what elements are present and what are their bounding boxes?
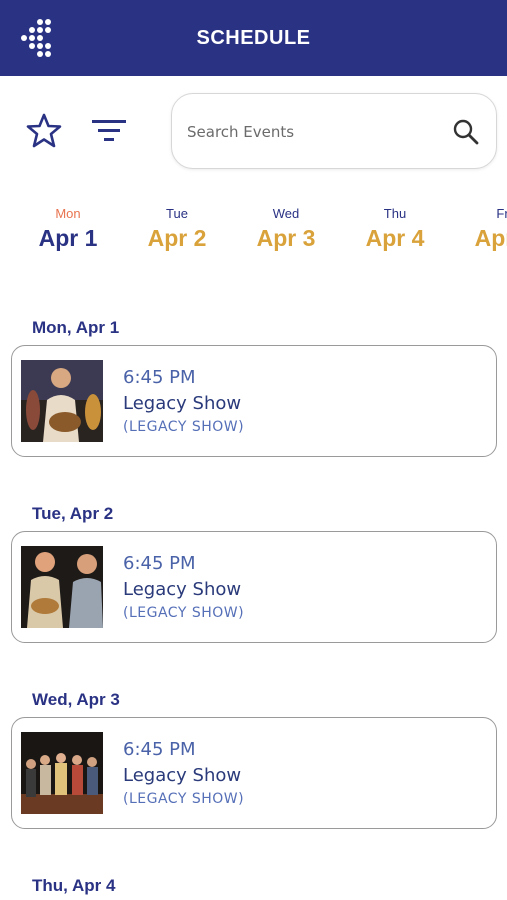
event-photo xyxy=(21,732,103,814)
event-time: 6:45 PM xyxy=(123,739,196,760)
search-input[interactable] xyxy=(187,118,437,146)
event-time: 6:45 PM xyxy=(123,367,196,388)
event-card[interactable]: 6:45 PM Legacy Show (LEGACY SHOW) xyxy=(11,345,497,457)
section-heading: Thu, Apr 4 xyxy=(32,876,116,895)
filter-lines-icon[interactable] xyxy=(90,114,128,148)
event-photo xyxy=(21,546,103,628)
day-tab-date: Apr 2 xyxy=(147,225,207,251)
event-time: 6:45 PM xyxy=(123,553,196,574)
day-tab-thu[interactable]: Thu Apr 4 xyxy=(340,205,450,253)
section-heading: Mon, Apr 1 xyxy=(32,318,120,337)
day-tab-tue[interactable]: Tue Apr 2 xyxy=(122,205,232,253)
search-box xyxy=(171,93,497,169)
event-name: Legacy Show xyxy=(123,579,242,600)
day-tab-date: Apr 3 xyxy=(256,225,316,251)
event-card[interactable]: 6:45 PM Legacy Show (LEGACY SHOW) xyxy=(11,531,497,643)
event-category: (LEGACY SHOW) xyxy=(123,791,245,807)
event-name: Legacy Show xyxy=(123,393,242,414)
section-heading: Wed, Apr 3 xyxy=(32,690,120,709)
search-icon[interactable] xyxy=(452,118,480,146)
star-outline-icon[interactable] xyxy=(25,112,63,150)
day-tab-date: Apr 4 xyxy=(365,225,425,251)
day-tab-weekday: Mon xyxy=(55,206,81,221)
day-tab-weekday: Fri xyxy=(496,206,507,221)
day-tab-weekday: Tue xyxy=(166,206,188,221)
page-title: SCHEDULE xyxy=(196,27,311,49)
day-tab-weekday: Wed xyxy=(272,206,300,221)
day-selector: Mon Apr 1 Tue Apr 2 Wed Apr 3 Thu Apr 4 … xyxy=(0,205,507,265)
event-name: Legacy Show xyxy=(123,765,242,786)
day-tab-date: Apr 5 xyxy=(474,225,507,251)
event-card[interactable]: 6:45 PM Legacy Show (LEGACY SHOW) xyxy=(11,717,497,829)
event-photo xyxy=(21,360,103,442)
app-header: SCHEDULE xyxy=(0,0,507,76)
event-category: (LEGACY SHOW) xyxy=(123,605,245,621)
section-heading: Tue, Apr 2 xyxy=(32,504,114,523)
day-tab-wed[interactable]: Wed Apr 3 xyxy=(231,205,341,253)
day-tab-fri[interactable]: Fri Apr 5 xyxy=(449,205,507,253)
day-tab-mon[interactable]: Mon Apr 1 xyxy=(13,205,123,253)
day-tab-date: Apr 1 xyxy=(38,225,98,251)
event-category: (LEGACY SHOW) xyxy=(123,419,245,435)
day-tab-weekday: Thu xyxy=(383,206,407,221)
